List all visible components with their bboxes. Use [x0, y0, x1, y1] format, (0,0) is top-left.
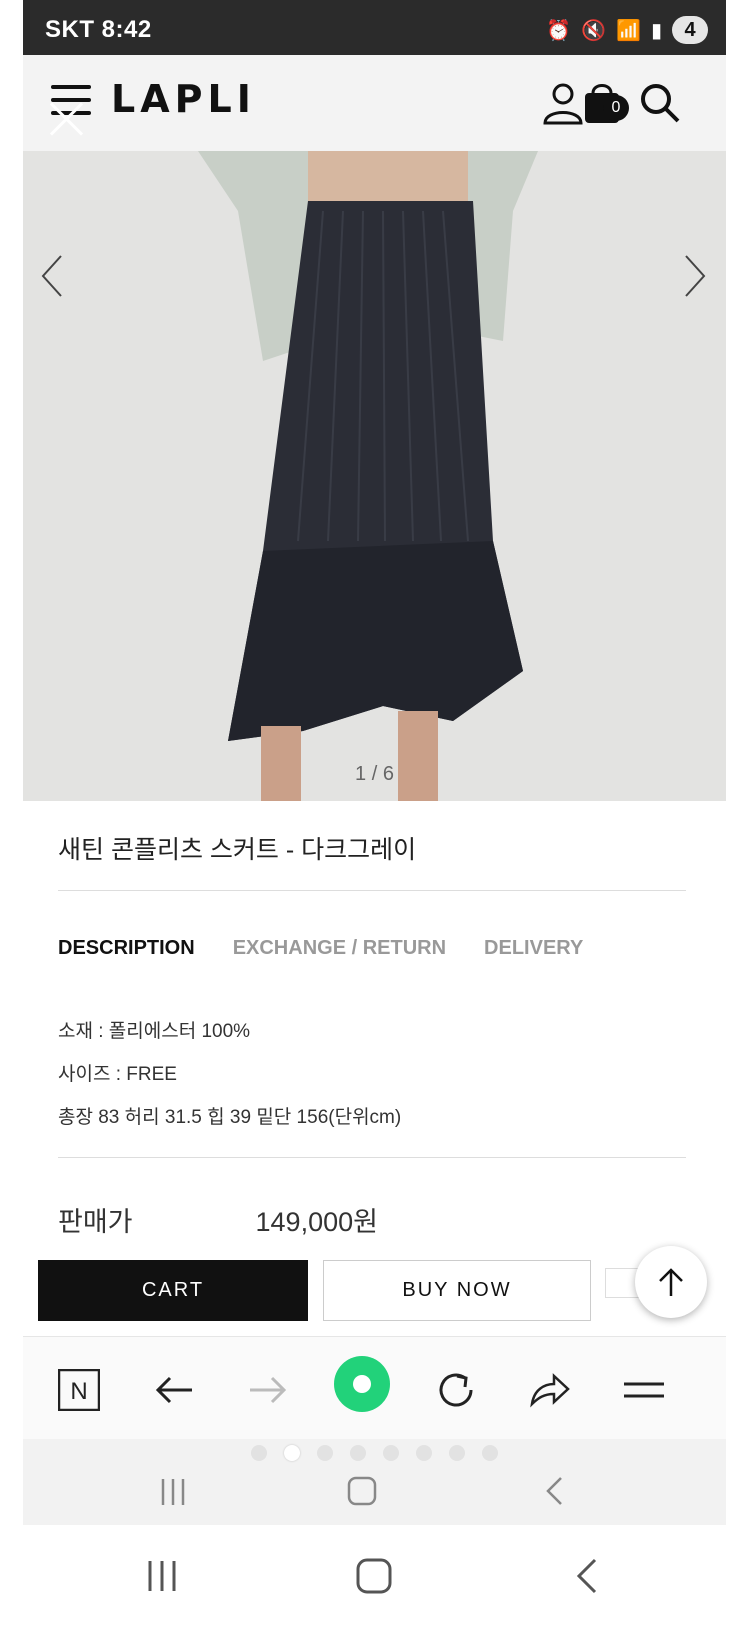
recents-icon[interactable] — [145, 1559, 179, 1593]
divider — [58, 1157, 686, 1158]
more-menu-icon[interactable] — [621, 1367, 667, 1413]
buy-now-button[interactable]: BUY NOW — [323, 1260, 591, 1321]
description-line: 사이즈 : FREE — [58, 1064, 177, 1085]
tab-delivery[interactable]: DELIVERY — [484, 937, 583, 960]
product-description: 소재 : 폴리에스터 100% 사이즈 : FREE 총장 83 허리 31.5… — [58, 1010, 401, 1139]
close-icon[interactable] — [47, 97, 87, 137]
back-arrow-icon[interactable] — [151, 1367, 197, 1413]
page-dot — [449, 1445, 465, 1461]
back-icon[interactable] — [543, 1475, 567, 1507]
page-dot — [317, 1445, 333, 1461]
svg-text:N: N — [70, 1378, 87, 1405]
page-dot — [251, 1445, 267, 1461]
tab-exchange-return[interactable]: EXCHANGE / RETURN — [233, 937, 446, 960]
image-pager: 1 / 6 — [355, 763, 394, 785]
naver-home-icon[interactable]: N — [56, 1367, 102, 1413]
recents-icon[interactable] — [158, 1477, 188, 1507]
device-frame: SKT 8:42 ⏰ 🔇 📶 ▮ 4 LAPLI 0 1 / 6 새틴 콘플리츠… — [0, 0, 750, 1625]
page-dot-active — [284, 1445, 300, 1461]
tab-description[interactable]: DESCRIPTION — [58, 937, 195, 960]
phone-screen: SKT 8:42 ⏰ 🔇 📶 ▮ 4 LAPLI 0 1 / 6 새틴 콘플리츠… — [23, 0, 726, 1525]
arrow-up-icon — [659, 1268, 683, 1296]
product-title: 새틴 콘플리츠 스커트 - 다크그레이 — [58, 836, 417, 864]
status-bar: SKT 8:42 ⏰ 🔇 📶 ▮ 4 — [23, 0, 726, 55]
price-row: 판매가 149,000원 — [58, 1200, 378, 1239]
page-dot — [482, 1445, 498, 1461]
home-icon[interactable] — [355, 1557, 393, 1595]
cart-count-badge: 0 — [603, 95, 629, 121]
next-image-arrow-icon[interactable] — [678, 246, 712, 306]
status-time: SKT 8:42 — [45, 16, 152, 43]
home-icon[interactable] — [346, 1475, 378, 1507]
product-image[interactable]: 1 / 6 — [23, 151, 726, 801]
price-value: 149,000원 — [255, 1207, 378, 1237]
mute-icon: 🔇 — [581, 19, 607, 42]
description-line: 소재 : 폴리에스터 100% — [58, 1021, 251, 1042]
brand-logo[interactable]: LAPLI — [111, 77, 256, 121]
price-label: 판매가 — [58, 1207, 133, 1237]
reload-icon[interactable] — [433, 1367, 479, 1413]
cart-button[interactable]: CART — [38, 1260, 308, 1321]
page-dot — [416, 1445, 432, 1461]
system-nav-bar — [0, 1525, 750, 1625]
page-dot — [350, 1445, 366, 1461]
description-line: 총장 83 허리 31.5 힙 39 밑단 156(단위cm) — [58, 1107, 402, 1128]
search-icon[interactable] — [638, 81, 682, 125]
notification-count-badge: 4 — [672, 16, 708, 44]
share-icon[interactable] — [526, 1367, 572, 1413]
browser-toolbar: N — [23, 1336, 726, 1439]
skirt-photo — [23, 151, 726, 801]
alarm-icon: ⏰ — [546, 19, 572, 42]
battery-icon: ▮ — [650, 19, 662, 42]
info-tabs: DESCRIPTION EXCHANGE / RETURN DELIVERY — [58, 937, 583, 960]
green-dot-icon[interactable] — [333, 1355, 391, 1413]
scroll-top-button[interactable] — [635, 1246, 707, 1318]
prev-image-arrow-icon[interactable] — [35, 246, 69, 306]
back-icon[interactable] — [573, 1557, 601, 1595]
forward-arrow-icon[interactable] — [245, 1367, 291, 1413]
divider — [58, 890, 686, 891]
inner-system-nav — [23, 1465, 726, 1525]
user-icon[interactable] — [541, 81, 585, 125]
app-header: LAPLI 0 — [23, 55, 726, 151]
status-icons: ⏰ 🔇 📶 ▮ 4 — [546, 16, 708, 44]
wifi-icon: 📶 — [616, 19, 641, 42]
page-dot — [383, 1445, 399, 1461]
